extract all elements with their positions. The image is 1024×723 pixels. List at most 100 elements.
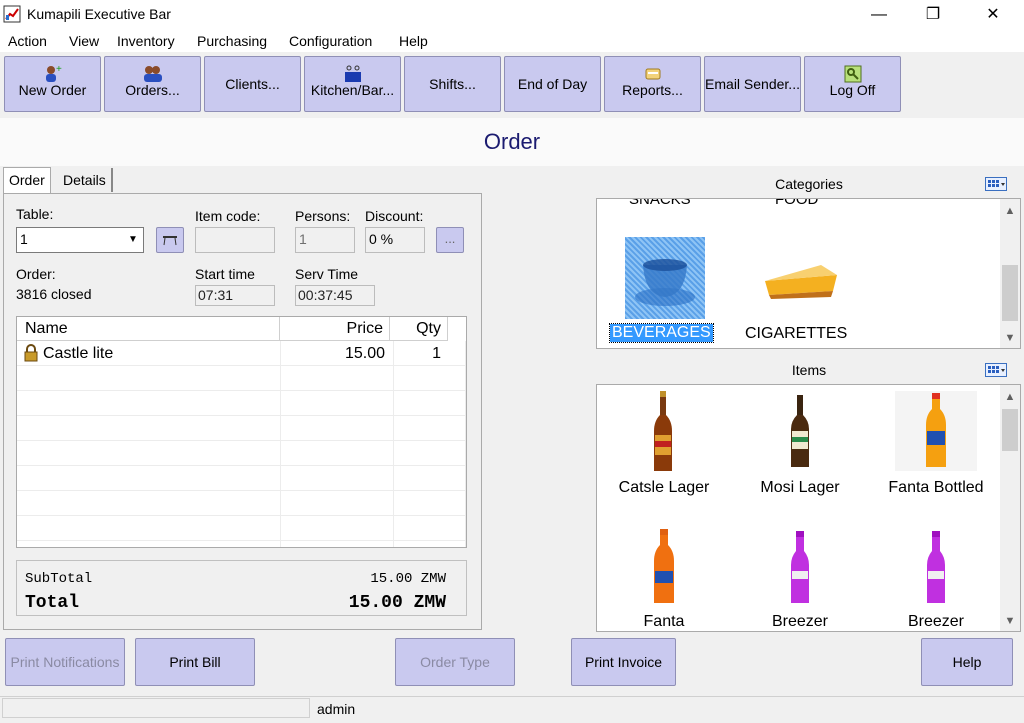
serv-time-label: Serv Time: [295, 266, 359, 282]
cup-icon: [635, 259, 695, 306]
breezer-bottle-icon[interactable]: [925, 531, 947, 605]
toolbar: + New Order Orders... Clients... Kitchen…: [0, 54, 1024, 118]
item-mosi-lager[interactable]: Mosi Lager: [735, 479, 865, 497]
grid-view-icon: [988, 180, 1005, 187]
categories-view-toggle[interactable]: [985, 177, 1007, 191]
discount-more-button[interactable]: ...: [436, 227, 464, 253]
subtotal-value: 15.00 ZMW: [370, 571, 446, 587]
email-sender-label: Email Sender...: [705, 76, 800, 92]
menu-purchasing[interactable]: Purchasing: [197, 33, 267, 49]
item-qty: 1: [432, 345, 441, 362]
reports-button[interactable]: Reports...: [604, 56, 701, 112]
reports-label: Reports...: [622, 82, 683, 98]
order-items-grid[interactable]: Name Price Qty Castle lite 15.00 1: [16, 316, 467, 548]
scroll-thumb[interactable]: [1002, 409, 1018, 451]
scroll-up-icon[interactable]: ▲: [1000, 205, 1020, 217]
table-picker-button[interactable]: [156, 227, 184, 253]
breezer-bottle-icon[interactable]: [789, 531, 811, 605]
categories-scrollbar[interactable]: ▲ ▼: [1000, 199, 1020, 348]
orders-button[interactable]: Orders...: [104, 56, 201, 112]
order-type-button[interactable]: Order Type: [395, 638, 515, 686]
soda-bottle-icon: [926, 393, 946, 467]
category-cigarettes[interactable]: CIGARETTES: [745, 325, 847, 343]
order-label: Order:: [16, 266, 56, 282]
email-sender-button[interactable]: Email Sender...: [704, 56, 801, 112]
persons-field[interactable]: 1: [295, 227, 355, 253]
new-order-button[interactable]: + New Order: [4, 56, 101, 112]
status-user: admin: [317, 701, 356, 717]
print-notifications-button[interactable]: Print Notifications: [5, 638, 125, 686]
item-fanta-bottled[interactable]: Fanta Bottled: [871, 479, 1001, 497]
fanta-bottled-image[interactable]: [895, 391, 977, 471]
shifts-button[interactable]: Shifts...: [404, 56, 501, 112]
tab-details[interactable]: Details: [58, 168, 113, 192]
discount-field[interactable]: 0 %: [365, 227, 425, 253]
item-castle-lager[interactable]: Catsle Lager: [599, 479, 729, 497]
start-time-label: Start time: [195, 266, 255, 282]
clients-label: Clients...: [225, 76, 280, 92]
column-header-name[interactable]: Name: [17, 317, 280, 341]
tab-order[interactable]: Order: [3, 167, 51, 193]
category-snacks[interactable]: SNACKS: [629, 199, 691, 208]
print-invoice-button[interactable]: Print Invoice: [571, 638, 676, 686]
item-breezer-2[interactable]: Breezer: [871, 613, 1001, 631]
menu-inventory[interactable]: Inventory: [117, 33, 175, 49]
menu-configuration[interactable]: Configuration: [289, 33, 372, 49]
table-select[interactable]: 1 ▼: [16, 227, 144, 253]
orders-label: Orders...: [125, 82, 180, 98]
cake-slice-icon[interactable]: [761, 255, 841, 305]
menu-help[interactable]: Help: [399, 33, 428, 49]
new-order-label: New Order: [18, 82, 87, 98]
reports-icon: [645, 68, 661, 80]
item-fanta[interactable]: Fanta: [599, 613, 729, 631]
scroll-up-icon[interactable]: ▲: [1000, 391, 1020, 403]
items-view-toggle[interactable]: [985, 363, 1007, 377]
shifts-label: Shifts...: [429, 76, 476, 92]
minimize-button[interactable]: —: [856, 0, 902, 30]
beer-bottle-icon[interactable]: [789, 395, 811, 467]
column-header-qty[interactable]: Qty: [390, 317, 448, 341]
scroll-down-icon[interactable]: ▼: [1000, 615, 1020, 627]
app-icon: [3, 5, 21, 23]
key-icon: [844, 65, 862, 83]
order-number: 3816 closed: [16, 286, 92, 302]
soda-bottle-icon[interactable]: [652, 529, 676, 605]
item-code-field[interactable]: [195, 227, 275, 253]
total-label: Total: [25, 593, 80, 613]
items-scrollbar[interactable]: ▲ ▼: [1000, 385, 1020, 631]
end-of-day-button[interactable]: End of Day: [504, 56, 601, 112]
window-title: Kumapili Executive Bar: [27, 6, 171, 22]
maximize-button[interactable]: ❐: [910, 0, 956, 30]
category-beverages-image[interactable]: [625, 237, 705, 319]
close-button[interactable]: ✕: [970, 0, 1016, 30]
table-row[interactable]: Castle lite 15.00 1: [17, 342, 466, 365]
scroll-thumb[interactable]: [1002, 265, 1018, 321]
category-food[interactable]: FOOD: [775, 199, 818, 208]
kitchen-bar-button[interactable]: Kitchen/Bar...: [304, 56, 401, 112]
category-beverages[interactable]: BEVERAGES: [609, 323, 714, 343]
scroll-down-icon[interactable]: ▼: [1000, 332, 1020, 344]
item-breezer[interactable]: Breezer: [735, 613, 865, 631]
subtotal-label: SubTotal: [25, 571, 93, 587]
help-button[interactable]: Help: [921, 638, 1013, 686]
chevron-down-icon[interactable]: ▼: [124, 229, 142, 251]
beer-bottle-icon[interactable]: [651, 391, 675, 473]
clients-button[interactable]: Clients...: [204, 56, 301, 112]
table-icon: [163, 236, 177, 246]
status-bar: admin: [0, 696, 1024, 723]
total-value: 15.00 ZMW: [348, 593, 446, 613]
totals-box: SubTotal 15.00 ZMW Total 15.00 ZMW: [16, 560, 467, 616]
item-name: Castle lite: [43, 345, 114, 362]
column-header-price[interactable]: Price: [280, 317, 390, 341]
menu-action[interactable]: Action: [8, 33, 47, 49]
categories-list[interactable]: SNACKS FOOD BEVERAGES CIGARETTES ▲ ▼: [596, 198, 1021, 349]
log-off-button[interactable]: Log Off: [804, 56, 901, 112]
serv-time-field: 00:37:45: [295, 285, 375, 306]
status-panel: [2, 698, 310, 718]
items-list[interactable]: Catsle Lager Mosi Lager Fanta Bottled Fa…: [596, 384, 1021, 632]
categories-title: Categories: [775, 176, 843, 192]
menu-view[interactable]: View: [69, 33, 99, 49]
print-bill-button[interactable]: Print Bill: [135, 638, 255, 686]
title-bar: Kumapili Executive Bar — ❐ ✕: [0, 0, 1024, 30]
page-title: Order: [483, 129, 541, 154]
